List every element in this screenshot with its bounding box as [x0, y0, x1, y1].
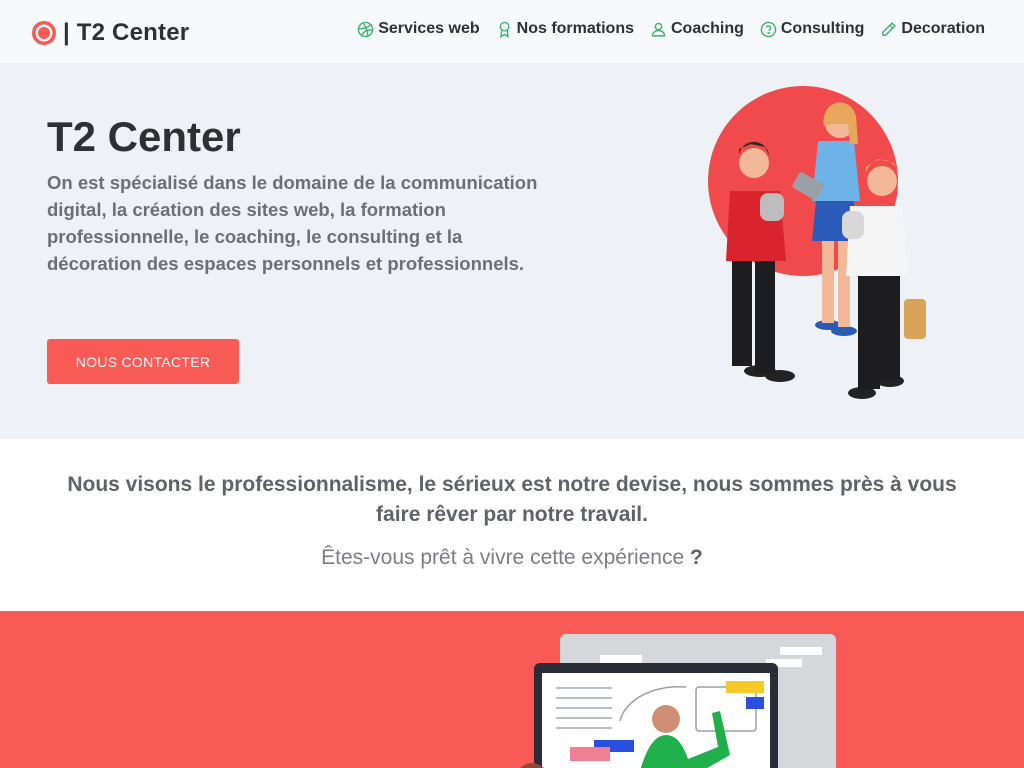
- tagline-section: Nous visons le professionnalisme, le sér…: [0, 439, 1024, 611]
- target-icon: [32, 21, 56, 45]
- nav-item-formations[interactable]: Nos formations: [496, 20, 634, 38]
- nav-item-coaching[interactable]: Coaching: [650, 20, 744, 38]
- brand-link[interactable]: | T2 Center: [31, 19, 189, 47]
- hero-section: T2 Center On est spécialisé dans le doma…: [0, 63, 1024, 439]
- help-circle-icon: [760, 21, 777, 37]
- hero-description: On est spécialisé dans le domaine de la …: [47, 172, 538, 274]
- tagline-question-text: Êtes-vous prêt à vivre cette expérience: [321, 546, 690, 569]
- nav-item-decoration[interactable]: Decoration: [880, 20, 985, 38]
- workspace-illustration: [520, 634, 836, 768]
- nav-label: Consulting: [780, 20, 865, 37]
- hero-title: T2 Center: [47, 113, 241, 160]
- question-mark: ?: [690, 546, 703, 569]
- nav-item-services-web[interactable]: Services web: [357, 20, 480, 38]
- services-section: [0, 611, 1024, 768]
- nav-label: Coaching: [670, 20, 744, 37]
- pencil-icon: [882, 21, 897, 36]
- nav-item-consulting[interactable]: Consulting: [760, 20, 865, 38]
- brand-name: | T2 Center: [63, 19, 190, 46]
- tagline-question: Êtes-vous prêt à vivre cette expérience …: [0, 546, 1024, 570]
- main-nav: Services web Nos formations Coaching Con…: [341, 20, 985, 38]
- nav-label: Nos formations: [516, 20, 634, 37]
- nav-label: Decoration: [901, 20, 985, 37]
- award-icon: [499, 21, 510, 38]
- contact-button[interactable]: NOUS CONTACTER: [47, 339, 239, 384]
- nav-label: Services web: [378, 20, 480, 37]
- user-icon: [651, 22, 666, 37]
- dribbble-icon: [357, 21, 374, 37]
- navbar: | T2 Center Services web Nos formations: [0, 0, 1024, 63]
- team-illustration: [708, 86, 926, 399]
- tagline-main: Nous visons le professionnalisme, le sér…: [67, 473, 957, 526]
